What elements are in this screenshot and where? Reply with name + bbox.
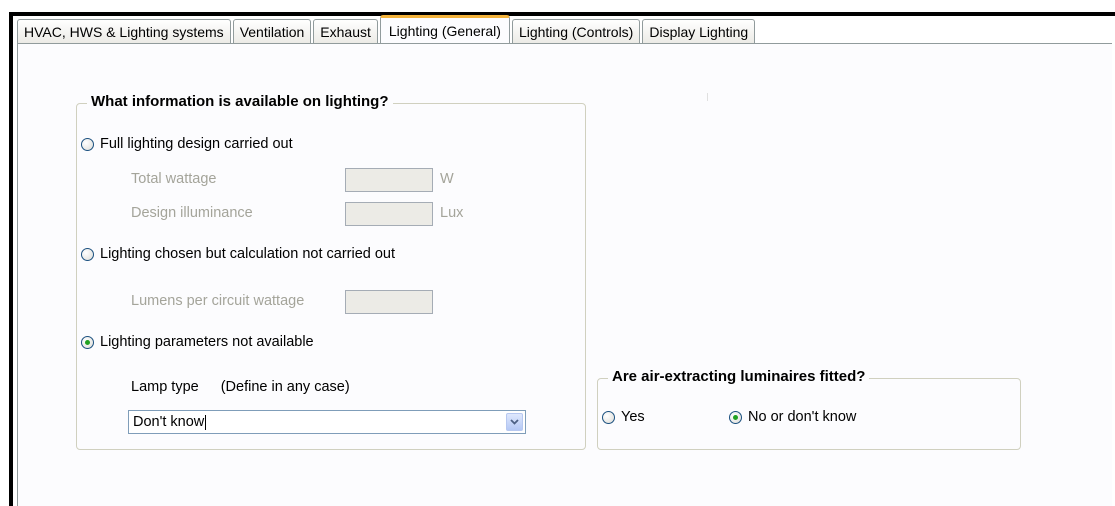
total-wattage-unit: W — [440, 171, 454, 187]
air-extract-no-radio[interactable] — [729, 410, 742, 424]
tab-exhaust[interactable]: Exhaust — [313, 19, 378, 43]
tab-display-lighting[interactable]: Display Lighting — [642, 19, 756, 43]
air-extract-title: Are air-extracting luminaires fitted? — [608, 368, 870, 385]
full-design-label: Full lighting design carried out — [100, 136, 293, 152]
tab-lighting-general[interactable]: Lighting (General) — [379, 15, 510, 43]
air-extract-yes-row[interactable]: Yes — [602, 409, 645, 425]
lamp-type-select[interactable]: Don't know — [128, 410, 526, 434]
design-illuminance-field[interactable] — [345, 202, 433, 226]
lighting-chosen-radio[interactable] — [81, 247, 94, 261]
tab-hvac-hws-lighting[interactable]: HVAC, HWS & Lighting systems — [17, 19, 231, 43]
total-wattage-label: Total wattage — [131, 171, 217, 187]
lumens-per-watt-label: Lumens per circuit wattage — [131, 293, 305, 309]
chevron-down-icon[interactable] — [506, 413, 523, 431]
air-extract-no-label: No or don't know — [748, 409, 857, 425]
air-extract-yes-radio[interactable] — [602, 410, 615, 424]
lamp-type-value: Don't know — [133, 414, 205, 430]
lighting-chosen-label: Lighting chosen but calculation not carr… — [100, 246, 396, 262]
divider-mark — [707, 93, 708, 101]
air-extract-no-row[interactable]: No or don't know — [729, 409, 856, 425]
total-wattage-field[interactable] — [345, 168, 433, 192]
lighting-info-group: What information is available on lightin… — [76, 93, 586, 450]
design-illuminance-label: Design illuminance — [131, 205, 253, 221]
params-not-available-label: Lighting parameters not available — [100, 334, 314, 350]
lamp-type-label: Lamp type — [131, 379, 199, 395]
tab-ventilation[interactable]: Ventilation — [232, 19, 312, 43]
lumens-per-watt-field[interactable] — [345, 290, 433, 314]
lighting-chosen-radio-row[interactable]: Lighting chosen but calculation not carr… — [81, 246, 395, 262]
air-extract-yes-label: Yes — [621, 409, 645, 425]
tab-lighting-controls[interactable]: Lighting (Controls) — [511, 19, 641, 43]
lighting-info-title: What information is available on lightin… — [87, 93, 393, 110]
lamp-type-hint: (Define in any case) — [220, 379, 350, 395]
full-design-radio[interactable] — [81, 137, 94, 151]
params-not-available-radio-row[interactable]: Lighting parameters not available — [81, 334, 314, 350]
tab-panel-lighting-general: What information is available on lightin… — [17, 43, 1112, 506]
params-not-available-radio[interactable] — [81, 335, 94, 349]
design-illuminance-unit: Lux — [440, 205, 464, 221]
full-design-radio-row[interactable]: Full lighting design carried out — [81, 136, 293, 152]
tab-strip: HVAC, HWS & Lighting systems Ventilation… — [17, 15, 757, 43]
